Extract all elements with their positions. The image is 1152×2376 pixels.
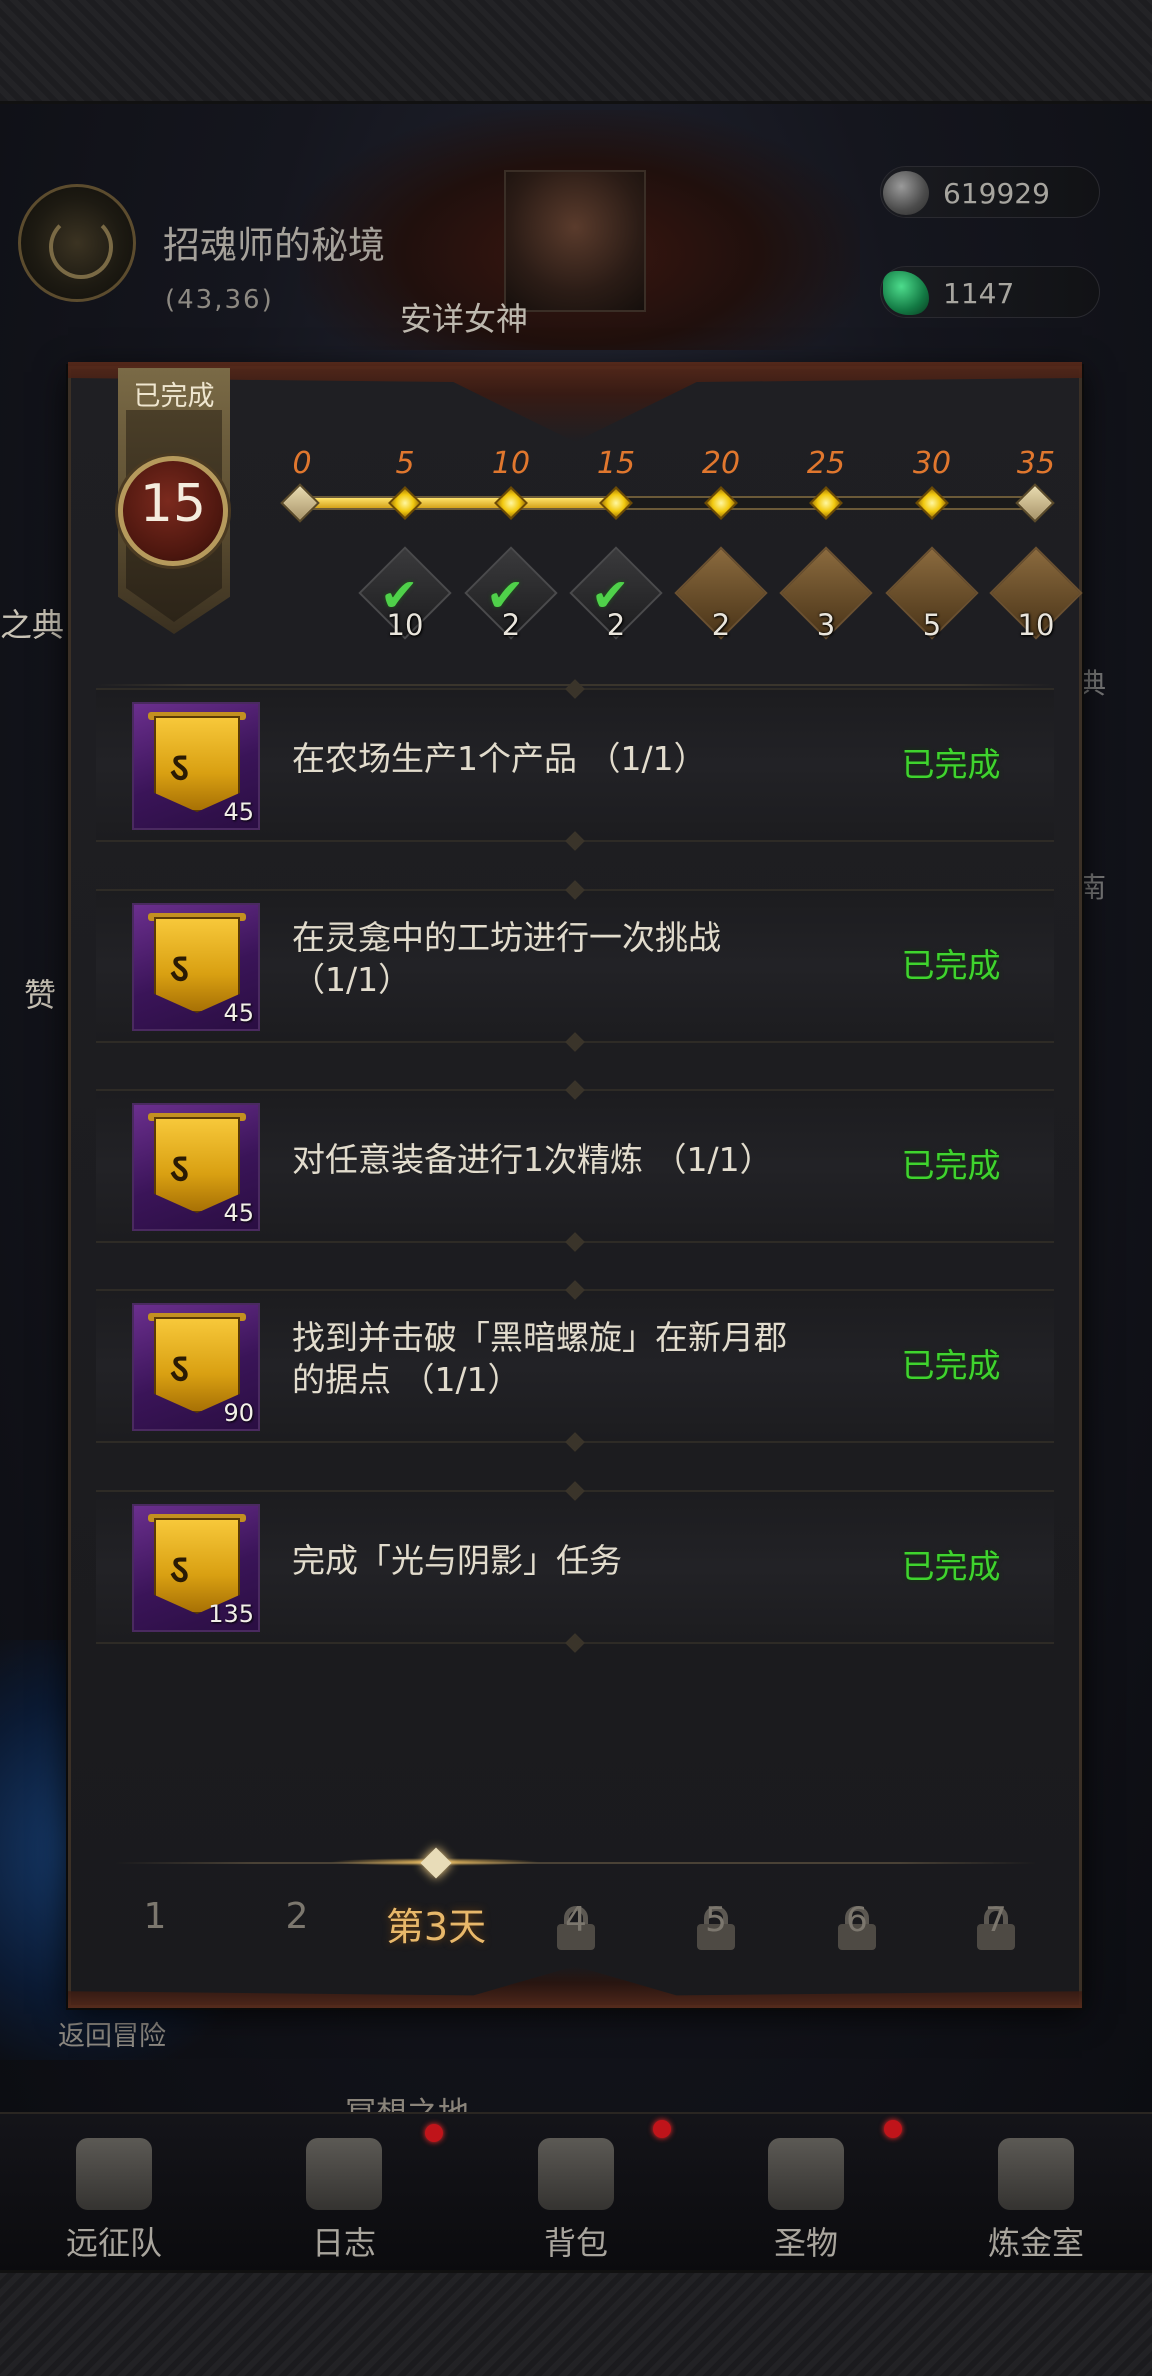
reward-count: 3 bbox=[816, 608, 836, 642]
banner-glyph: ऽ bbox=[170, 745, 189, 791]
task-row[interactable]: ऽ 45 在农场生产1个产品 （1/1） 已完成 bbox=[96, 688, 1054, 842]
banner-glyph: ऽ bbox=[170, 1146, 189, 1192]
relic-icon bbox=[768, 2138, 844, 2210]
tab-day-4[interactable]: 4 bbox=[556, 1900, 596, 1940]
banner-glyph: ऽ bbox=[170, 946, 189, 992]
crystal-resource[interactable]: 1147 bbox=[880, 266, 1100, 318]
reward-qty: 45 bbox=[223, 798, 254, 826]
nav-alchemy[interactable]: 炼金室 bbox=[936, 2120, 1136, 2270]
top-frame bbox=[0, 0, 1152, 104]
day-tabs-divider bbox=[116, 1862, 1036, 1864]
reward-count: 2 bbox=[711, 608, 731, 642]
banner-reward-icon: ऽ 90 bbox=[132, 1303, 260, 1431]
alchemy-icon bbox=[998, 2138, 1074, 2210]
tab-day-1[interactable]: 1 bbox=[95, 1896, 215, 1960]
nav-label: 日志 bbox=[311, 2224, 376, 2262]
tick-label: 25 bbox=[806, 446, 846, 481]
task-status: 已完成 bbox=[901, 1346, 1001, 1385]
tick-label: 15 bbox=[596, 446, 636, 481]
reward-count: 2 bbox=[501, 608, 521, 642]
banner-glyph: ऽ bbox=[170, 1346, 189, 1392]
reward-count: 10 bbox=[1017, 608, 1055, 642]
task-description: 在灵龛中的工坊进行一次挑战 （1/1） bbox=[292, 918, 721, 999]
reward-qty: 45 bbox=[223, 1199, 254, 1227]
horned-helmet-icon bbox=[76, 2138, 152, 2210]
completed-label: 已完成 bbox=[133, 381, 215, 412]
banner-reward-icon: ऽ 45 bbox=[132, 1103, 260, 1231]
return-to-adventure-link[interactable]: 返回冒险 bbox=[58, 2014, 166, 2053]
task-description: 在农场生产1个产品 （1/1） bbox=[292, 739, 707, 778]
task-row[interactable]: ऽ 90 找到并击破「黑暗螺旋」在新月郡的据点 （1/1） 已完成 bbox=[96, 1289, 1054, 1443]
npc-portrait[interactable] bbox=[504, 170, 646, 312]
reward-qty: 135 bbox=[208, 1600, 254, 1628]
task-description: 完成「光与阴影」任务 bbox=[292, 1541, 622, 1580]
reward-qty: 90 bbox=[223, 1399, 254, 1427]
tick-label: 0 bbox=[292, 446, 312, 481]
portal-icon[interactable] bbox=[18, 184, 136, 302]
nav-journal[interactable]: 日志 bbox=[244, 2120, 444, 2270]
nav-label: 远征队 bbox=[65, 2224, 162, 2262]
stone-icon bbox=[883, 171, 929, 215]
crystal-amount: 1147 bbox=[943, 277, 1015, 310]
task-description: 找到并击破「黑暗螺旋」在新月郡的据点 （1/1） bbox=[292, 1318, 787, 1399]
reward-count: 10 bbox=[386, 608, 424, 642]
tab-day-6[interactable]: 6 bbox=[837, 1900, 877, 1940]
tick-label: 30 bbox=[912, 446, 952, 481]
side-label: 南 bbox=[1078, 871, 1107, 904]
reward-count: 2 bbox=[606, 608, 626, 642]
notification-badge bbox=[884, 2120, 902, 2138]
nav-relics[interactable]: 圣物 bbox=[706, 2120, 906, 2270]
task-row[interactable]: ऽ 45 对任意装备进行1次精炼 （1/1） 已完成 bbox=[96, 1089, 1054, 1243]
tick-label: 5 bbox=[395, 446, 415, 481]
banner-glyph: ऽ bbox=[170, 1547, 189, 1593]
task-status: 已完成 bbox=[901, 1547, 1001, 1586]
npc-name: 安详女神 bbox=[400, 300, 529, 338]
task-row[interactable]: ऽ 135 完成「光与阴影」任务 已完成 bbox=[96, 1490, 1054, 1644]
tick-label: 35 bbox=[1016, 446, 1056, 481]
banner-reward-icon: ऽ 135 bbox=[132, 1504, 260, 1632]
tick-label: 20 bbox=[701, 446, 741, 481]
tab-day-3[interactable]: 第3天 bbox=[376, 1896, 496, 1960]
nav-expedition[interactable]: 远征队 bbox=[14, 2120, 214, 2270]
nav-backpack[interactable]: 背包 bbox=[476, 2120, 676, 2270]
tick-label: 10 bbox=[491, 446, 531, 481]
progress-fill bbox=[302, 498, 617, 508]
banner-reward-icon: ऽ 45 bbox=[132, 702, 260, 830]
tab-day-5[interactable]: 5 bbox=[696, 1900, 736, 1940]
task-status: 已完成 bbox=[901, 1146, 1001, 1185]
nav-label: 背包 bbox=[543, 2224, 608, 2262]
notification-badge bbox=[425, 2124, 443, 2142]
nav-label: 圣物 bbox=[773, 2224, 838, 2262]
current-points: 15 bbox=[139, 474, 207, 534]
side-label: 之典 bbox=[0, 606, 65, 644]
journal-icon bbox=[306, 2138, 382, 2210]
location-name: 招魂师的秘境 bbox=[163, 224, 385, 267]
task-row[interactable]: ऽ 45 在灵龛中的工坊进行一次挑战 （1/1） 已完成 bbox=[96, 889, 1054, 1043]
nav-label: 炼金室 bbox=[987, 2224, 1084, 2262]
tab-day-7[interactable]: 7 bbox=[976, 1900, 1016, 1940]
backpack-icon bbox=[538, 2138, 614, 2210]
green-crystal-icon bbox=[883, 271, 929, 315]
reward-count: 5 bbox=[922, 608, 942, 642]
side-label: 赞 bbox=[24, 976, 57, 1014]
reward-qty: 45 bbox=[223, 999, 254, 1027]
task-description: 对任意装备进行1次精炼 （1/1） bbox=[292, 1140, 773, 1179]
location-coords: (43,36) bbox=[165, 285, 274, 315]
stone-amount: 619929 bbox=[943, 177, 1050, 210]
banner-reward-icon: ऽ 45 bbox=[132, 903, 260, 1031]
side-label: 典 bbox=[1078, 667, 1107, 700]
stone-resource[interactable]: 619929 bbox=[880, 166, 1100, 218]
tab-day-2[interactable]: 2 bbox=[237, 1896, 357, 1960]
task-status: 已完成 bbox=[901, 745, 1001, 784]
notification-badge bbox=[653, 2120, 671, 2138]
bottom-frame bbox=[0, 2270, 1152, 2376]
task-status: 已完成 bbox=[901, 946, 1001, 985]
